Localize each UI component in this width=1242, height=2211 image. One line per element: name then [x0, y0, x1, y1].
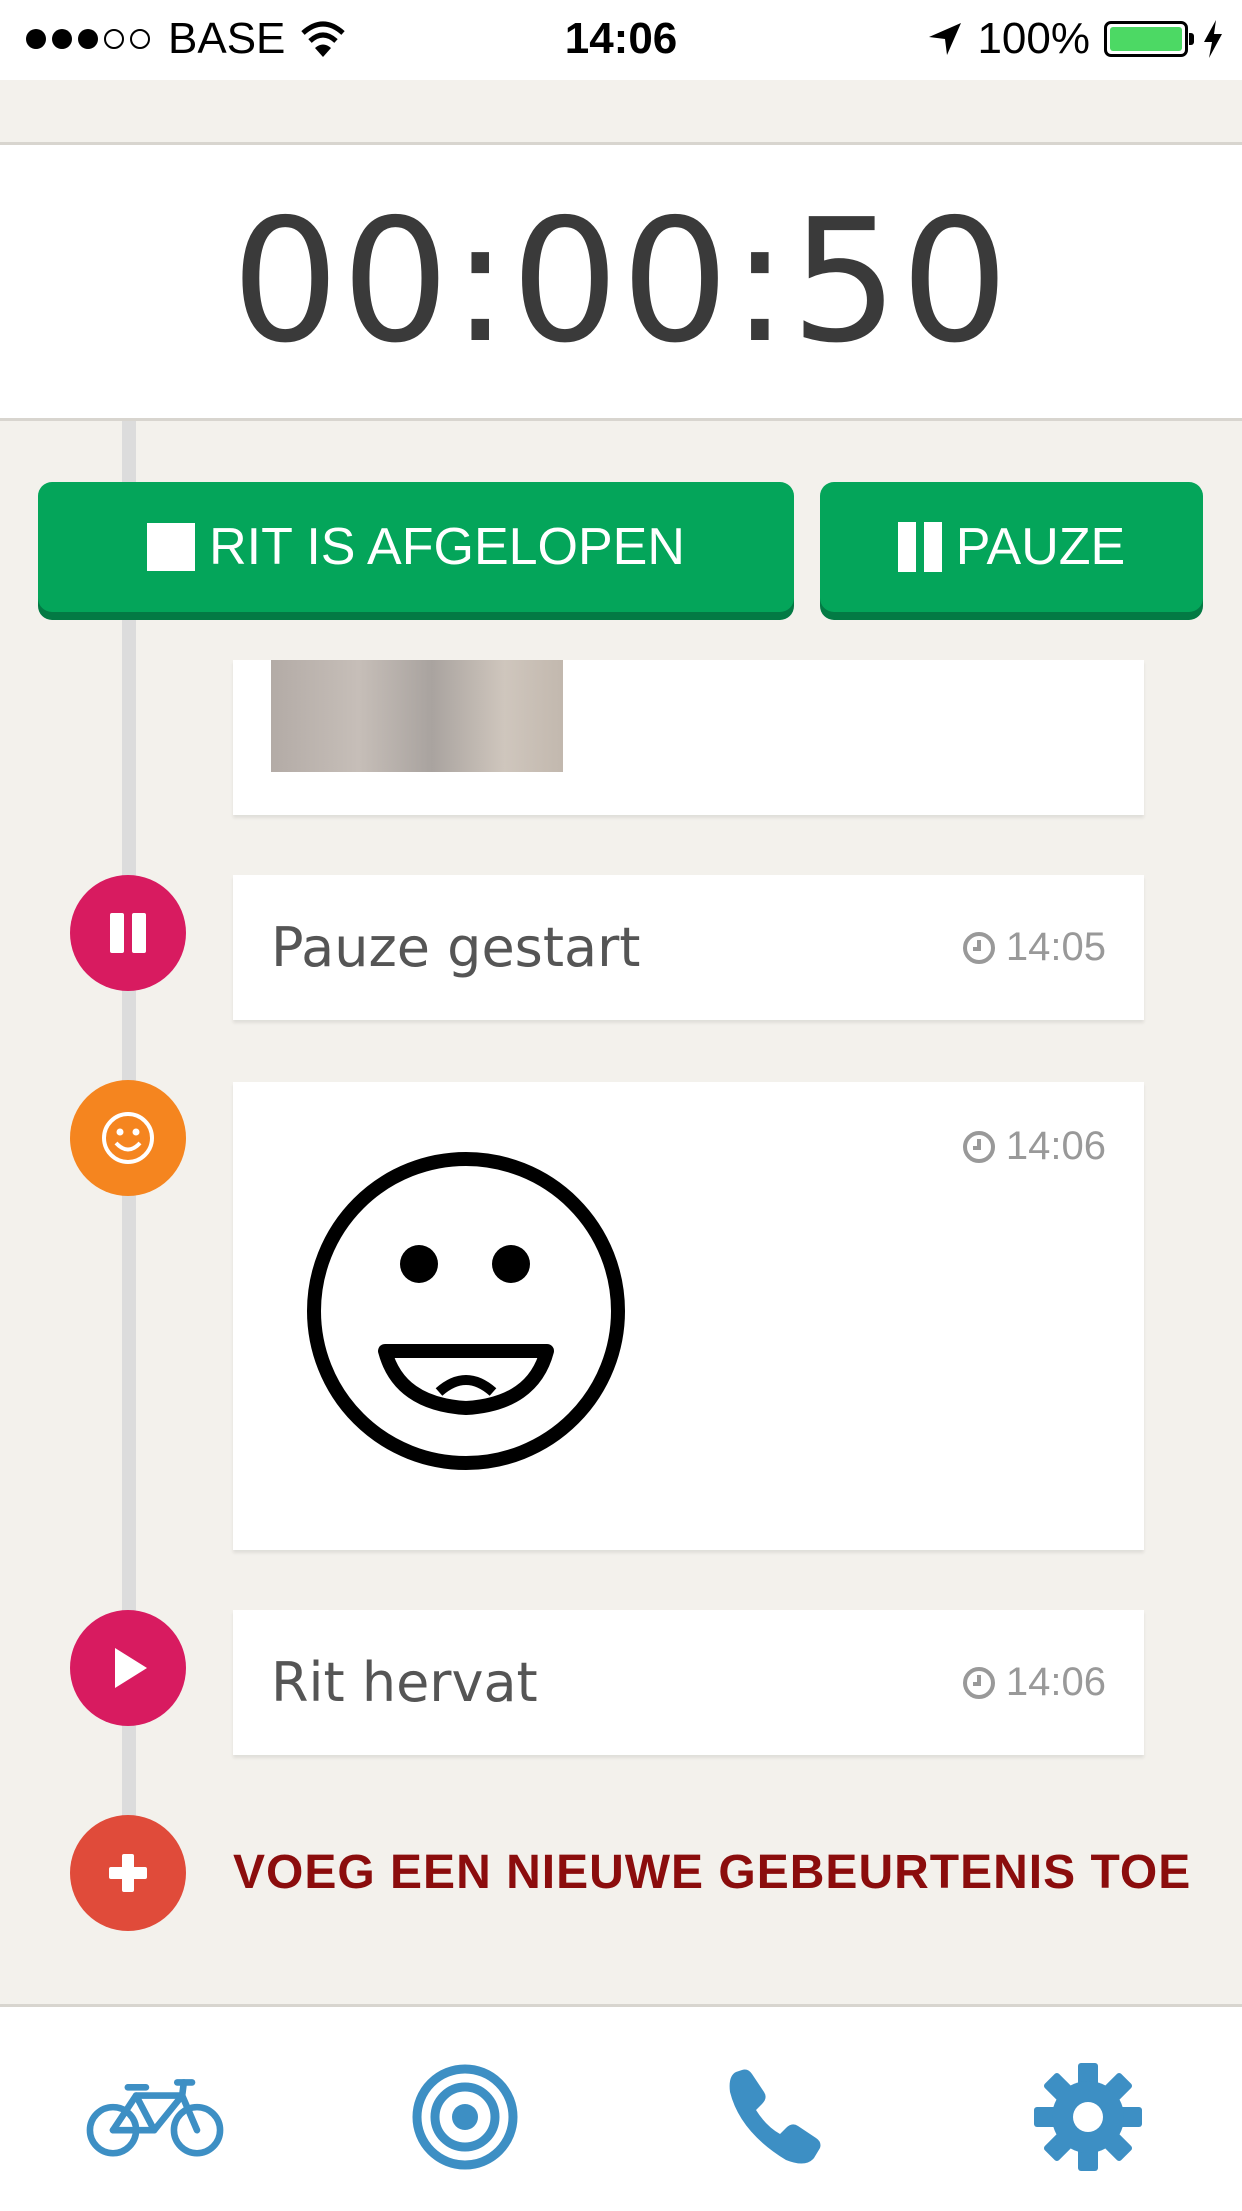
wifi-icon [301, 21, 346, 57]
plus-icon [109, 1854, 147, 1892]
event-time-text: 14:06 [1005, 1660, 1106, 1704]
event-time-text: 14:05 [1005, 925, 1106, 969]
photo-thumbnail[interactable] [271, 660, 563, 772]
stop-icon [147, 523, 196, 571]
end-ride-label: RIT IS AFGELOPEN [209, 518, 685, 576]
phone-icon [729, 2069, 821, 2164]
battery-percent: 100% [977, 14, 1090, 63]
pause-event-icon [70, 875, 186, 991]
ride-timer: 00:00:50 [231, 182, 1011, 381]
status-bar: BASE 14:06 100% [0, 0, 1242, 80]
pause-icon [897, 522, 942, 572]
target-icon [412, 2064, 518, 2170]
clock-icon [962, 1130, 995, 1163]
status-bar-right: 100% [927, 14, 1224, 64]
nav-ride[interactable] [85, 2057, 225, 2177]
timeline-event-mood[interactable]: 14:06 [233, 1082, 1144, 1550]
timeline-event-pause[interactable]: Pauze gestart 14:05 [233, 875, 1144, 1020]
event-time: 14:06 [962, 1124, 1106, 1169]
event-time: 14:06 [962, 1660, 1106, 1705]
location-arrow-icon [929, 23, 962, 55]
event-time-text: 14:06 [1005, 1124, 1106, 1168]
add-event-link[interactable]: VOEG EEN NIEUWE GEBEURTENIS TOE [233, 1845, 1191, 1900]
event-label: Rit hervat [271, 1651, 538, 1714]
nav-target[interactable] [395, 2057, 535, 2177]
carrier-name: BASE [168, 14, 286, 63]
smiley-icon [102, 1112, 154, 1164]
pause-icon [110, 913, 146, 953]
mood-event-icon [70, 1080, 186, 1196]
photo-event-card[interactable] [233, 660, 1144, 815]
clock-icon [962, 931, 995, 964]
bottom-nav [0, 2004, 1242, 2211]
bicycle-icon [86, 2079, 224, 2157]
end-ride-button[interactable]: RIT IS AFGELOPEN [38, 482, 794, 612]
nav-phone[interactable] [705, 2057, 845, 2177]
signal-dots-icon [26, 29, 150, 49]
timer-panel: 00:00:50 [0, 145, 1242, 421]
gear-icon [1034, 2063, 1142, 2171]
clock-icon [962, 1666, 995, 1699]
battery-icon [1104, 21, 1194, 57]
status-bar-left: BASE [24, 14, 347, 64]
play-icon [115, 1648, 147, 1688]
event-label: Pauze gestart [271, 916, 641, 979]
pause-label: PAUZE [955, 518, 1126, 576]
charging-bolt-icon [1204, 20, 1222, 58]
pause-button[interactable]: PAUZE [820, 482, 1203, 612]
resume-event-icon [70, 1610, 186, 1726]
nav-settings[interactable] [1018, 2057, 1158, 2177]
add-event-button[interactable] [70, 1815, 186, 1931]
header-spacer [0, 80, 1242, 145]
happy-face-icon [307, 1152, 625, 1470]
timeline-event-resume[interactable]: Rit hervat 14:06 [233, 1610, 1144, 1755]
event-time: 14:05 [962, 925, 1106, 970]
